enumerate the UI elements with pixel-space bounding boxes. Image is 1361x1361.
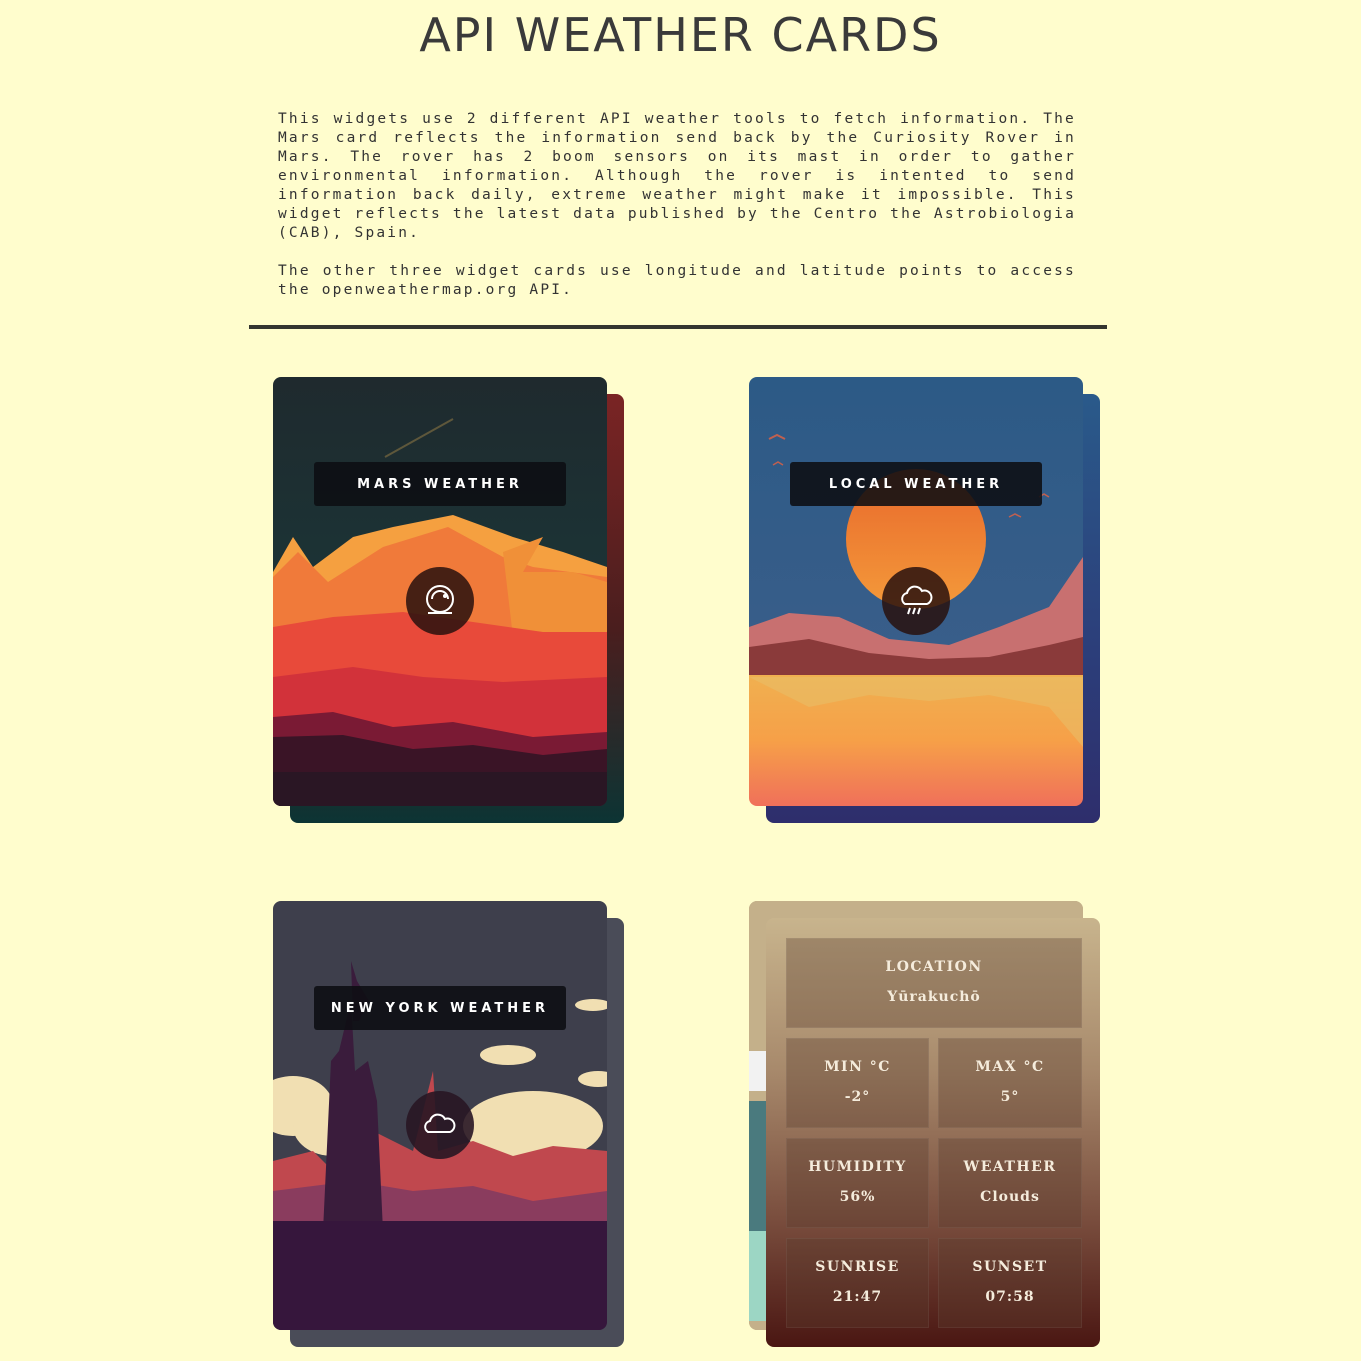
cloud-icon [406,1091,474,1159]
sunset-tile: SUNSET 07:58 [938,1238,1082,1328]
sunrise-label: SUNRISE [815,1259,900,1275]
local-card-face[interactable]: LOCAL WEATHER [749,377,1083,806]
data-card-panel: LOCATION Yūrakuchō MIN °C -2° MAX °C 5° … [766,918,1100,1347]
page-title: API WEATHER CARDS [419,8,942,62]
location-label: LOCATION [885,959,983,975]
max-temp-label: MAX °C [975,1059,1045,1075]
weather-label: WEATHER [963,1159,1057,1175]
location-value: Yūrakuchō [887,989,981,1005]
sunset-label: SUNSET [972,1259,1048,1275]
intro-paragraph-api: The other three widget cards use longitu… [278,263,1076,298]
min-temp-value: -2° [844,1089,871,1105]
intro-text: This widgets use 2 different API weather… [278,110,1076,319]
sunrise-value: 21:47 [832,1289,883,1305]
max-temp-value: 5° [1000,1089,1020,1105]
divider [249,325,1107,329]
humidity-label: HUMIDITY [808,1159,907,1175]
mars-weather-card[interactable]: MARS WEATHER [273,377,625,824]
min-temp-label: MIN °C [824,1059,891,1075]
astronaut-helmet-icon [406,567,474,635]
weather-value: Clouds [980,1189,1040,1205]
new-york-card-face[interactable]: NEW YORK WEATHER [273,901,607,1330]
min-temp-tile: MIN °C -2° [786,1038,929,1128]
new-york-weather-card[interactable]: NEW YORK WEATHER [273,901,625,1348]
weather-data-card[interactable]: LOCATION Yūrakuchō MIN °C -2° MAX °C 5° … [749,901,1101,1348]
humidity-value: 56% [839,1189,876,1205]
location-tile: LOCATION Yūrakuchō [786,938,1082,1028]
new-york-card-title: NEW YORK WEATHER [314,986,566,1030]
intro-paragraph-mars: This widgets use 2 different API weather… [278,111,1076,241]
cloud-rain-icon [882,567,950,635]
mars-card-title: MARS WEATHER [314,462,566,506]
humidity-tile: HUMIDITY 56% [786,1138,929,1228]
weather-tile: WEATHER Clouds [938,1138,1082,1228]
local-card-title: LOCAL WEATHER [790,462,1042,506]
max-temp-tile: MAX °C 5° [938,1038,1082,1128]
sunrise-tile: SUNRISE 21:47 [786,1238,929,1328]
mars-card-face[interactable]: MARS WEATHER [273,377,607,806]
sunset-value: 07:58 [985,1289,1035,1305]
local-weather-card[interactable]: LOCAL WEATHER [749,377,1101,824]
